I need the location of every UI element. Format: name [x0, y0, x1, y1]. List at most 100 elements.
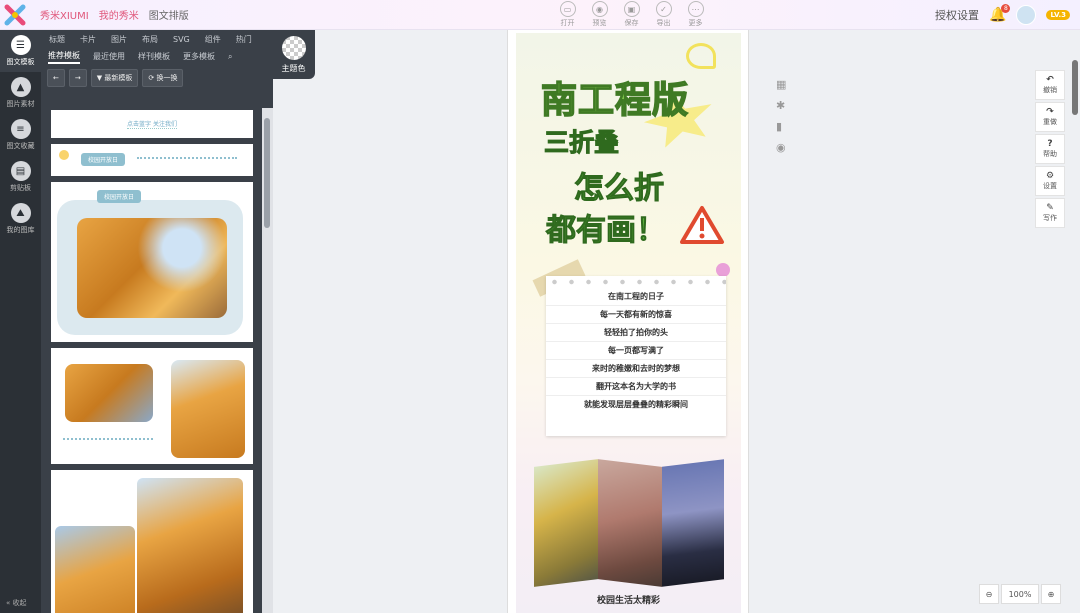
- yellow-doodle: [686, 43, 716, 69]
- theme-color-button[interactable]: 主题色: [272, 30, 315, 79]
- swap-button[interactable]: ⟳ 换一换: [142, 69, 184, 87]
- refresh-icon: ⟳: [148, 74, 155, 82]
- template-photo: [77, 218, 227, 318]
- scroll-thumb[interactable]: [264, 118, 270, 228]
- canvas-side-icons: ▦ ✱ ▮ ◉: [776, 78, 786, 154]
- left-sidebar: ☰ 图文模板 ▲ 图片素材 ≡ 图文收藏 ▤ 剪贴板 ⛰ 我的图库 « 收起: [0, 30, 41, 613]
- pen-icon: ✎: [1046, 203, 1054, 213]
- export-button[interactable]: ✓ 导出: [651, 1, 676, 28]
- template-photo: [171, 360, 245, 458]
- brand-link[interactable]: 秀米XIUMI: [40, 7, 89, 22]
- collapse-button[interactable]: « 收起: [6, 598, 27, 608]
- zoom-out-icon: ⊖: [985, 589, 993, 599]
- undo-button[interactable]: ↶ 撤销: [1035, 70, 1065, 100]
- zoom-in-button[interactable]: ⊕: [1041, 584, 1061, 604]
- checker-icon: [281, 35, 306, 60]
- tab-samples[interactable]: 样刊模板: [138, 51, 170, 62]
- category-tabs: 标题 卡片 图片 布局 SVG 组件 热门: [41, 30, 273, 48]
- check-icon: ✓: [655, 1, 672, 17]
- save-button[interactable]: ▣ 保存: [619, 1, 644, 28]
- note-paper: 在南工程的日子 每一天都有新的惊喜 轻轻拍了拍你的头 每一页都写满了 来时的稚嫩…: [546, 276, 726, 436]
- sidebar-item-clipboard[interactable]: ▤ 剪贴板: [0, 156, 41, 198]
- eye-icon[interactable]: ◉: [776, 141, 786, 154]
- tab-recommended[interactable]: 推荐模板: [48, 50, 80, 64]
- template-card-two-photos[interactable]: [51, 348, 253, 464]
- mountain-icon: ⛰: [10, 203, 31, 223]
- xiumi-logo[interactable]: [0, 0, 30, 30]
- fold-panel-middle: [598, 459, 662, 587]
- prev-button[interactable]: ←: [47, 69, 65, 87]
- bell-icon[interactable]: 🔔 8: [989, 4, 1011, 23]
- tab-svg[interactable]: SVG: [173, 35, 190, 44]
- zoom-level: 100%: [1001, 584, 1039, 604]
- redo-button[interactable]: ↷ 重做: [1035, 102, 1065, 132]
- editor-canvas[interactable]: 南工程版 三折叠 怎么折 都有画！ 在南工程的日子 每一天都有新的惊喜 轻轻拍了…: [507, 30, 749, 613]
- grid-icon[interactable]: ▦: [776, 78, 786, 91]
- note-line: 在南工程的日子: [546, 288, 726, 306]
- level-badge: LV.3: [1046, 10, 1070, 20]
- warning-icon: [680, 206, 724, 244]
- wave-decoration: [137, 157, 237, 159]
- template-text: 点击蓝字 关注我们: [127, 121, 177, 129]
- tab-card[interactable]: 卡片: [80, 34, 96, 45]
- dot-decoration: [59, 150, 69, 160]
- gear-icon: ⚙: [1045, 171, 1055, 181]
- user-nav: 授权设置 🔔 8 LV.3: [935, 4, 1070, 25]
- panel-scrollbar[interactable]: [262, 108, 273, 613]
- clipboard-icon: ▤: [10, 161, 31, 181]
- newest-button[interactable]: ▼ 最新模板: [90, 69, 139, 87]
- help-button[interactable]: ? 帮助: [1035, 134, 1065, 164]
- article-content[interactable]: 南工程版 三折叠 怎么折 都有画！ 在南工程的日子 每一天都有新的惊喜 轻轻拍了…: [516, 33, 741, 613]
- gear-icon[interactable]: ✱: [776, 99, 786, 112]
- chevron-left-icon: «: [6, 599, 11, 607]
- template-photo: [55, 526, 135, 613]
- write-button[interactable]: ✎ 写作: [1035, 198, 1065, 228]
- sidebar-item-favorites[interactable]: ≡ 图文收藏: [0, 114, 41, 156]
- sidebar-item-images[interactable]: ▲ 图片素材: [0, 72, 41, 114]
- page-scrollbar[interactable]: [1072, 60, 1078, 115]
- tab-component[interactable]: 组件: [205, 34, 221, 45]
- template-tag: 校园开放日: [81, 153, 126, 166]
- wave-decoration: [63, 438, 153, 440]
- auth-settings-link[interactable]: 授权设置: [935, 7, 979, 23]
- article-subtitle: 怎么折: [574, 171, 665, 207]
- zoom-out-button[interactable]: ⊖: [979, 584, 999, 604]
- tab-layout[interactable]: 布局: [142, 34, 158, 45]
- template-card-tag[interactable]: 校园开放日: [51, 144, 253, 176]
- next-button[interactable]: →: [68, 69, 87, 87]
- punch-holes: [546, 276, 726, 288]
- template-card-collage[interactable]: [51, 470, 253, 613]
- top-toolbar: ▭ 打开 ◉ 预览 ▣ 保存 ✓ 导出 ⋯ 更多: [555, 1, 708, 28]
- open-button[interactable]: ▭ 打开: [555, 1, 580, 28]
- eye-icon: ◉: [591, 1, 608, 17]
- template-photo: [65, 364, 153, 422]
- note-line: 就能发现层层叠叠的精彩瞬间: [584, 400, 688, 409]
- tab-more[interactable]: 更多模板: [183, 51, 215, 62]
- article-subtitle: 三折叠: [543, 128, 620, 158]
- arrow-right-icon: →: [74, 74, 81, 82]
- tab-title[interactable]: 标题: [49, 34, 65, 45]
- template-tag: 校园开放日: [97, 190, 142, 203]
- template-card-photo-frame[interactable]: 校园开放日: [51, 182, 253, 342]
- bar-chart-icon[interactable]: ▮: [776, 120, 786, 133]
- arrow-left-icon: ←: [53, 74, 59, 82]
- fold-panel-left: [534, 459, 598, 587]
- template-card-follow[interactable]: 点击蓝字 关注我们: [51, 110, 253, 138]
- settings-button[interactable]: ⚙ 设置: [1035, 166, 1065, 196]
- list-icon: ☰: [10, 35, 31, 55]
- tab-image[interactable]: 图片: [111, 34, 127, 45]
- preview-button[interactable]: ◉ 预览: [587, 1, 612, 28]
- sidebar-item-gallery[interactable]: ⛰ 我的图库: [0, 198, 41, 240]
- sidebar-item-templates[interactable]: ☰ 图文模板: [0, 30, 41, 72]
- notification-badge: 8: [1001, 4, 1011, 13]
- panel-toolbar: ← → ▼ 最新模板 ⟳ 换一换: [41, 69, 273, 87]
- tab-hot[interactable]: 热门: [236, 34, 252, 45]
- search-icon[interactable]: ⌕: [228, 52, 232, 62]
- more-button[interactable]: ⋯ 更多: [683, 1, 708, 28]
- note-line: 轻轻拍了拍你的头: [546, 324, 726, 342]
- note-line: 翻开这本名为大学的书: [546, 378, 726, 396]
- avatar[interactable]: [1016, 5, 1037, 25]
- layout-mode-link[interactable]: 图文排版: [149, 7, 189, 22]
- my-xiumi-link[interactable]: 我的秀米: [99, 7, 139, 22]
- tab-recent[interactable]: 最近使用: [93, 51, 125, 62]
